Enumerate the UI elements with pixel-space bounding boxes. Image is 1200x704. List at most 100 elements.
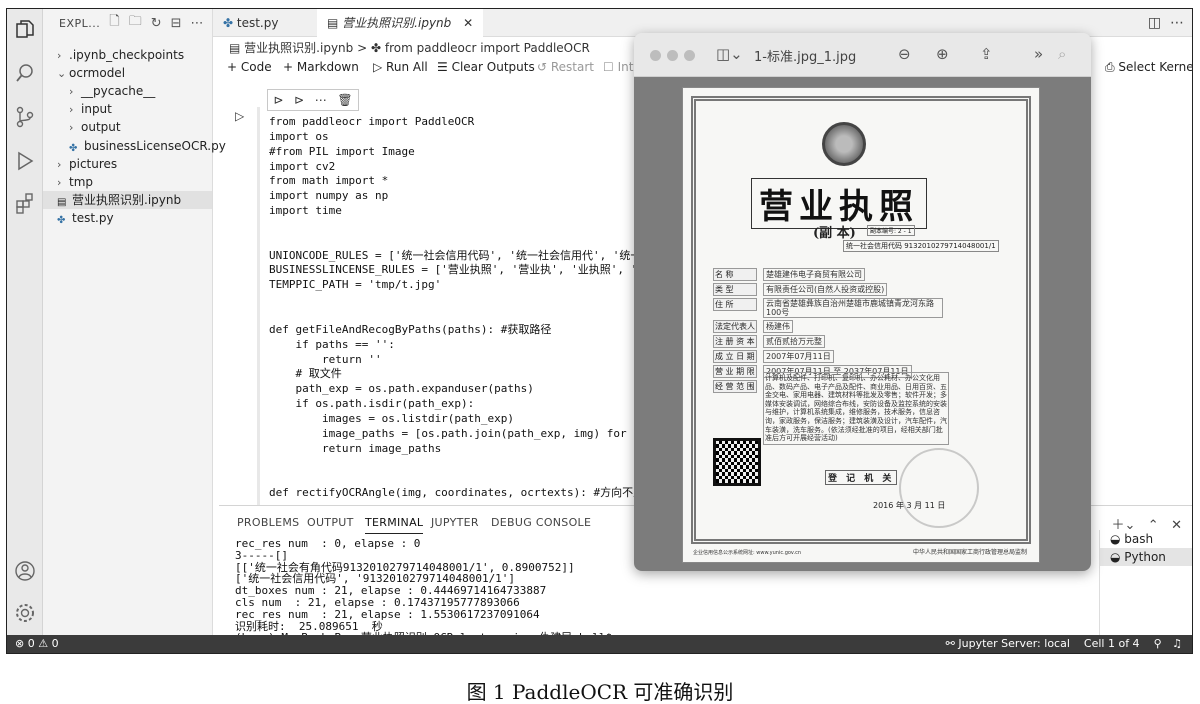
close-window-button[interactable] [650, 50, 661, 61]
execute-above-icon[interactable]: ⊳ [273, 93, 283, 107]
panel-tab-jupyter[interactable]: JUPYTER [431, 516, 479, 529]
license-field-key: 营 业 期 限 [713, 365, 757, 378]
run-cell-icon[interactable]: ▷ [235, 109, 244, 123]
python-file-icon: ✤ [223, 16, 234, 30]
tree-item[interactable]: ✤ test.py [43, 209, 212, 227]
tree-item[interactable]: ▤ 营业执照识别.ipynb [43, 190, 212, 209]
jupyter-server-label: Jupyter Server: local [958, 637, 1070, 650]
problems-status[interactable]: ⊗ 0 ⚠ 0 [15, 635, 59, 653]
search-icon[interactable]: ⌕ [1058, 45, 1066, 63]
panel-tab-debug-console[interactable]: DEBUG CONSOLE [491, 516, 591, 529]
panel-tab-problems[interactable]: PROBLEMS [237, 516, 299, 529]
chevron-right-icon: › [69, 103, 74, 117]
qr-code-icon [713, 438, 761, 486]
search-icon[interactable] [13, 61, 37, 85]
terminal-output[interactable]: rec_res num : 0, elapse : 0 3-----[] [['统一… [235, 538, 612, 644]
more-actions-icon[interactable]: ⋯ [191, 16, 204, 31]
zoom-in-icon[interactable]: ⊕ [936, 45, 949, 63]
restart-button[interactable]: ↺ Restart [537, 60, 594, 74]
breadcrumb: ▤ 营业执照识别.ipynb > ✤ from paddleocr import… [229, 39, 590, 55]
tree-item-label: __pycache__ [81, 84, 156, 99]
code-line: image_paths = [os.path.join(path_exp, im… [269, 426, 687, 440]
tree-item[interactable]: ✤ businessLicenseOCR.py [43, 137, 226, 155]
notifications-bell-icon[interactable]: ♫ [1172, 637, 1182, 650]
tree-item[interactable]: › input [43, 100, 212, 118]
interrupt-icon: ☐ [603, 60, 618, 74]
status-right: ⚯ Jupyter Server: local Cell 1 of 4 ⚲ ♫ [946, 635, 1182, 653]
cell-position-status[interactable]: Cell 1 of 4 [1084, 637, 1140, 650]
source-control-icon[interactable] [13, 105, 37, 129]
code-cell[interactable]: from paddleocr import PaddleOCR import os… [269, 115, 688, 501]
terminal-item-bash[interactable]: ◒ bash [1100, 530, 1192, 548]
tree-item[interactable]: ⌄ ocrmodel [43, 64, 212, 82]
delete-cell-icon[interactable]: 🗑 [337, 93, 352, 107]
tab-notebook[interactable]: ▤ 营业执照识别.ipynb ✕ [317, 9, 484, 37]
tree-item[interactable]: › tmp [43, 173, 212, 191]
tab-test-py[interactable]: ✤ test.py [213, 9, 288, 37]
chevron-right-icon: › [57, 157, 62, 171]
panel-tab-terminal[interactable]: TERMINAL [365, 516, 424, 534]
tree-item-label: tmp [69, 174, 94, 189]
preview-window: ◫⌄ 1-标准.jpg_1.jpg ⊖ ⊕ ⇪ » ⌕ 营业执照 (副 本) 副… [634, 33, 1091, 571]
panel-tab-output[interactable]: OUTPUT [307, 516, 354, 529]
chevron-right-icon: › [69, 85, 74, 99]
refresh-icon[interactable]: ↻ [151, 16, 162, 31]
license-subtitle: (副 本) [813, 226, 856, 241]
code-line: BUSINESSLINCENSE_RULES = ['营业执照', '营业执',… [269, 263, 673, 277]
zoom-out-icon[interactable]: ⊖ [898, 45, 911, 63]
tree-item[interactable]: › pictures [43, 155, 212, 173]
run-all-button[interactable]: ▷ Run All [373, 60, 428, 74]
sidebar-toggle-icon[interactable]: ◫⌄ [716, 45, 743, 63]
extensions-icon[interactable] [13, 191, 37, 215]
clear-outputs-label: Clear Outputs [451, 60, 535, 74]
code-line: TEMPPIC_PATH = 'tmp/t.jpg' [269, 278, 442, 292]
split-editor-icon[interactable]: ◫ [1148, 15, 1161, 31]
license-date: 2016 年 3 月 11 日 [873, 501, 946, 510]
tab-label: test.py [236, 16, 279, 30]
share-icon[interactable]: ⇪ [980, 45, 993, 63]
zoom-window-button[interactable] [684, 50, 695, 61]
add-code-button[interactable]: + Code [227, 60, 272, 74]
tree-item-label: .ipynb_checkpoints [69, 48, 185, 62]
terminal-line: rec_res num : 0, elapse : 0 [235, 537, 421, 550]
more-tools-icon[interactable]: » [1034, 45, 1043, 63]
clear-outputs-button[interactable]: ☰ Clear Outputs [437, 60, 535, 74]
python-file-icon: ✤ [69, 142, 78, 154]
feedback-icon[interactable]: ⚲ [1154, 637, 1162, 650]
tree-item-label: test.py [72, 210, 114, 225]
select-kernel-button[interactable]: ⎙ Select Kernel [1105, 60, 1192, 75]
execute-below-icon[interactable]: ⊳ [294, 93, 304, 107]
new-file-icon[interactable]: 🗋 [109, 12, 119, 34]
tree-item[interactable]: › __pycache__ [43, 82, 212, 100]
code-line: UNIONCODE_RULES = ['统一社会信用代码', '统一社会信用代'… [269, 248, 686, 262]
tree-item[interactable]: › output [43, 118, 212, 136]
close-tab-icon[interactable]: ✕ [463, 16, 473, 30]
minimize-window-button[interactable] [667, 50, 678, 61]
code-line: if paths == '': [269, 337, 395, 351]
more-actions-icon[interactable]: ⋯ [315, 93, 327, 107]
terminal-item-python[interactable]: ◒ Python [1100, 548, 1192, 566]
run-debug-icon[interactable] [13, 149, 37, 173]
figure-caption: 图 1 PaddleOCR 可准确识别 [466, 680, 734, 704]
breadcrumb-symbol[interactable]: from paddleocr import PaddleOCR [385, 41, 590, 55]
status-bar: ⊗ 0 ⚠ 0 ⚯ Jupyter Server: local Cell 1 o… [7, 635, 1192, 653]
account-icon[interactable] [13, 559, 37, 583]
terminal-icon: ◒ [1110, 550, 1125, 564]
collapse-all-icon[interactable]: ⊟ [171, 16, 182, 31]
jupyter-server-status[interactable]: ⚯ Jupyter Server: local [946, 637, 1070, 650]
chevron-right-icon: › [57, 175, 62, 189]
explorer-icon[interactable] [13, 17, 37, 41]
license-field-key: 名 称 [713, 268, 757, 281]
breadcrumb-file[interactable]: 营业执照识别.ipynb [244, 41, 353, 55]
settings-gear-icon[interactable] [13, 601, 37, 625]
terminal-line: 3-----[] [235, 548, 288, 562]
python-file-icon: ✤ [57, 214, 66, 226]
tree-item-label: pictures [69, 156, 118, 171]
more-actions-icon[interactable]: ⋯ [1170, 15, 1184, 31]
tree-item[interactable]: › .ipynb_checkpoints [43, 46, 212, 64]
add-markdown-button[interactable]: + Markdown [283, 60, 359, 74]
new-folder-icon[interactable]: 🗀 [129, 12, 142, 34]
code-line: from paddleocr import PaddleOCR [269, 115, 475, 128]
code-line: import cv2 [269, 159, 336, 173]
